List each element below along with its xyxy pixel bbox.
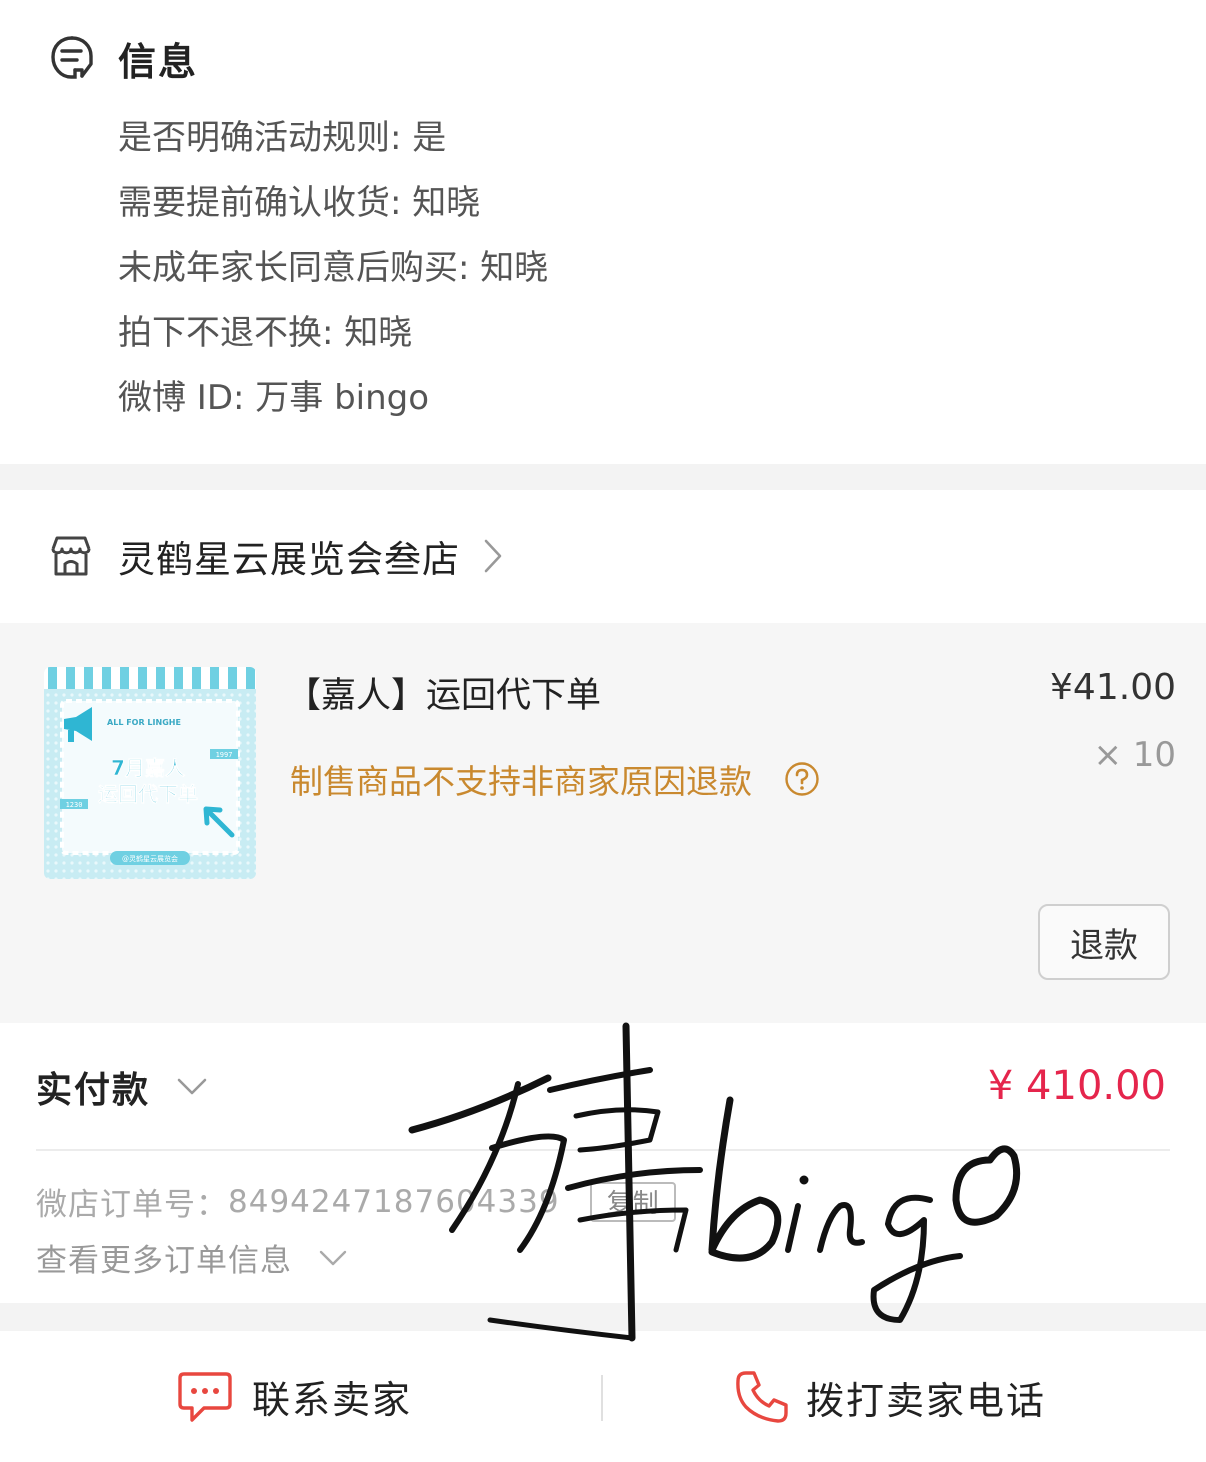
order-number-row: 微店订单号： 8494247187604339 复制 xyxy=(36,1179,676,1224)
section-gap xyxy=(0,1303,1206,1331)
refund-notice: 制售商品不支持非商家原因退款 xyxy=(290,755,820,803)
store-name[interactable]: 灵鹤星云展览会叁店 xyxy=(118,529,460,583)
more-order-info-label[interactable]: 查看更多订单信息 xyxy=(36,1235,292,1280)
chevron-down-icon[interactable] xyxy=(318,1249,348,1267)
more-order-info[interactable]: 查看更多订单信息 xyxy=(36,1235,348,1280)
info-line-confirm-receipt: 需要提前确认收货: 知晓 xyxy=(118,183,481,223)
thumb-tag-left: 1230 xyxy=(66,801,83,809)
payment-section: 实付款 ¥ 410.00 微店订单号： 8494247187604339 复制 … xyxy=(0,1023,1206,1303)
info-line-minor-consent: 未成年家长同意后购买: 知晓 xyxy=(118,248,549,288)
payment-amount: ¥ 410.00 xyxy=(987,1063,1166,1109)
divider xyxy=(36,1149,1170,1151)
chat-icon xyxy=(178,1371,232,1422)
product-card[interactable]: ALL FOR LINGHE 7月嘉人 运回代下单 1997 1230 @灵鹤星… xyxy=(0,623,1206,1023)
product-title[interactable]: 【嘉人】运回代下单 xyxy=(286,667,601,718)
copy-button[interactable]: 复制 xyxy=(589,1181,676,1222)
chevron-right-icon xyxy=(484,539,502,573)
info-lines: 是否明确活动规则: 是 需要提前确认收货: 知晓 未成年家长同意后购买: 知晓 … xyxy=(118,112,548,437)
contact-seller-label[interactable]: 联系卖家 xyxy=(252,1369,412,1424)
store-icon xyxy=(51,536,91,576)
order-number: 8494247187604339 xyxy=(228,1183,560,1220)
info-section: 信息 是否明确活动规则: 是 需要提前确认收货: 知晓 未成年家长同意后购买: … xyxy=(0,0,1206,464)
payment-toggle[interactable]: 实付款 xyxy=(36,1061,208,1113)
product-quantity: × 10 xyxy=(1093,735,1176,775)
phone-icon xyxy=(736,1371,788,1423)
thumb-tag-right: 1997 xyxy=(216,751,233,759)
store-row[interactable]: 灵鹤星云展览会叁店 xyxy=(0,490,1206,623)
bottom-action-bar: 联系卖家 拨打卖家电话 xyxy=(0,1331,1206,1462)
thumb-brand: ALL FOR LINGHE xyxy=(107,718,181,727)
thumb-line1: 7月嘉人 xyxy=(111,756,186,780)
product-thumbnail[interactable]: ALL FOR LINGHE 7月嘉人 运回代下单 1997 1230 @灵鹤星… xyxy=(44,667,256,879)
chevron-down-icon[interactable] xyxy=(176,1077,208,1097)
info-header: 信息 xyxy=(48,30,198,86)
info-line-rules: 是否明确活动规则: 是 xyxy=(118,118,447,158)
product-price: ¥41.00 xyxy=(1050,667,1176,708)
refund-notice-text: 制售商品不支持非商家原因退款 xyxy=(290,762,752,801)
call-seller-button[interactable]: 拨打卖家电话 xyxy=(734,1369,1046,1425)
divider xyxy=(601,1375,603,1421)
call-seller-label[interactable]: 拨打卖家电话 xyxy=(806,1370,1046,1425)
info-line-weibo-id: 微博 ID: 万事 bingo xyxy=(118,378,430,418)
note-icon xyxy=(51,36,93,79)
refund-button[interactable]: 退款 xyxy=(1038,904,1170,980)
order-number-label: 微店订单号： xyxy=(36,1187,228,1223)
info-line-no-return: 拍下不退不换: 知晓 xyxy=(118,313,413,353)
info-title: 信息 xyxy=(118,39,199,84)
store-link[interactable]: 灵鹤星云展览会叁店 xyxy=(48,526,504,586)
section-gap xyxy=(0,464,1206,490)
thumb-line2: 运回代下单 xyxy=(98,782,198,806)
contact-seller-button[interactable]: 联系卖家 xyxy=(176,1369,412,1424)
thumb-footer: @灵鹤星云展览会 xyxy=(122,854,178,863)
payment-label[interactable]: 实付款 xyxy=(36,1061,150,1113)
question-icon[interactable] xyxy=(784,761,820,797)
